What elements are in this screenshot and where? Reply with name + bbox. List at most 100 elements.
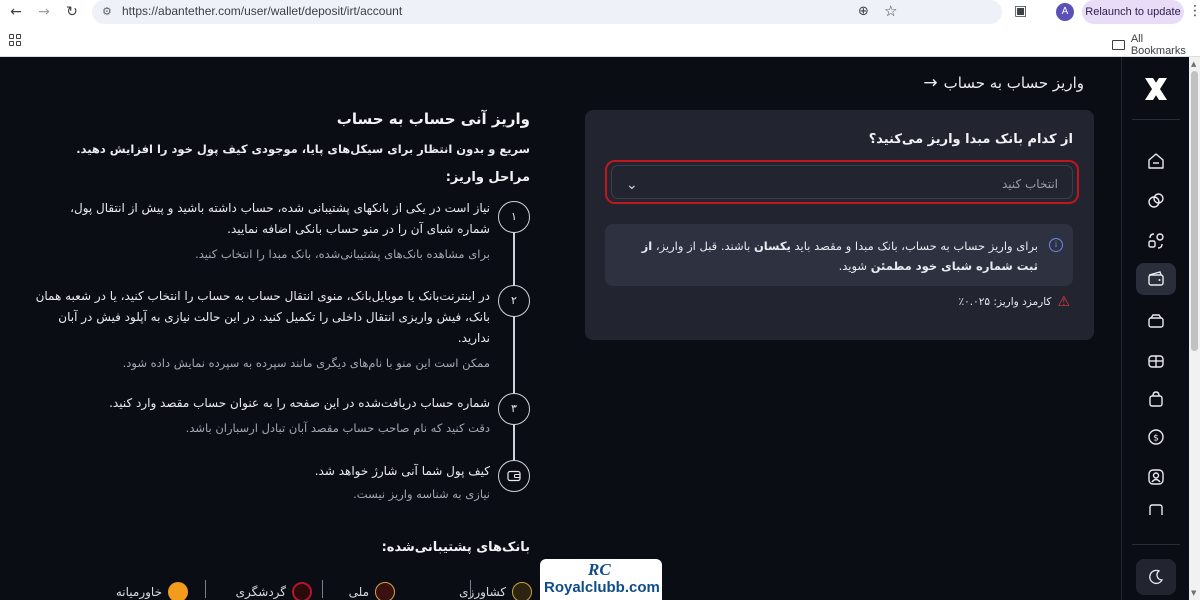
- step-number: ۲: [498, 285, 530, 317]
- sidebar-item-gifts[interactable]: [1136, 345, 1176, 377]
- bookmark-star-icon[interactable]: ☆: [884, 2, 897, 20]
- select-inner[interactable]: انتخاب کنید ⌄: [611, 165, 1073, 199]
- bank-divider: [470, 580, 471, 598]
- notice-text: برای واریز حساب به حساب، بانک مبدا و مقص…: [618, 236, 1038, 276]
- page-title: واریز حساب به حساب →: [923, 73, 1084, 93]
- sidebar-item-wallet[interactable]: [1136, 263, 1176, 295]
- source-bank-select[interactable]: انتخاب کنید ⌄: [605, 160, 1079, 204]
- back-arrow-icon[interactable]: →: [923, 73, 937, 93]
- warning-icon: ⚠: [1057, 294, 1070, 310]
- all-bookmarks-button[interactable]: All Bookmarks: [1112, 33, 1200, 57]
- steps-timeline: [513, 218, 515, 474]
- bank-khavarmianeh-icon: [168, 582, 188, 600]
- step-text: در اینترنت‌بانک یا موبایل‌بانک، منوی انت…: [35, 289, 490, 345]
- back-arrow-icon[interactable]: ←: [6, 2, 26, 22]
- abantether-logo-icon[interactable]: [1142, 75, 1170, 103]
- gift-icon: [1148, 355, 1164, 368]
- bank-gardeshgari-icon: [292, 582, 312, 600]
- shopping-bag-icon: [1149, 391, 1163, 407]
- notice-bold: یکسان: [753, 239, 791, 253]
- convert-icon: [1148, 233, 1164, 249]
- page-scrollbar[interactable]: ▲ ▼: [1189, 57, 1200, 600]
- step-text: شماره حساب دریافت‌شده در این صفحه را به …: [109, 396, 490, 410]
- guide-title: واریز آنی حساب به حساب: [336, 110, 530, 128]
- sidebar-divider: [1132, 119, 1180, 120]
- bank-item: خاورمیانه: [116, 582, 188, 600]
- profile-avatar[interactable]: A: [1056, 3, 1074, 21]
- exchange-icon: [1148, 193, 1164, 208]
- bank-name: خاورمیانه: [115, 585, 162, 599]
- select-placeholder: انتخاب کنید: [1001, 177, 1058, 191]
- address-row: ← → ↻ ⚙ https://abantether.com/user/wall…: [0, 0, 1200, 25]
- relaunch-button[interactable]: Relaunch to update: [1082, 0, 1184, 24]
- sidebar-item-shop[interactable]: [1136, 383, 1176, 415]
- apps-grid-icon[interactable]: [9, 34, 21, 46]
- notice-part: باشند. قبل از واریز،: [652, 239, 754, 253]
- page-title-text: واریز حساب به حساب: [943, 74, 1084, 92]
- banks-title: بانک‌های پشتیبانی‌شده:: [381, 540, 530, 555]
- notice-part: شوید.: [838, 259, 871, 273]
- sidebar-item-profile[interactable]: [1136, 461, 1176, 493]
- bank-divider: [322, 580, 323, 598]
- sidebar-divider: [1132, 544, 1180, 545]
- step-note: دقت کنید که نام صاحب حساب مقصد آبان تباد…: [185, 421, 490, 435]
- extensions-icon[interactable]: ▣: [1014, 3, 1027, 19]
- info-icon: i: [1049, 238, 1063, 252]
- sidebar-item-dashboard[interactable]: [1136, 145, 1176, 177]
- theme-toggle-button[interactable]: [1136, 559, 1176, 595]
- notice-part: برای واریز حساب به حساب، بانک مبدا و مقص…: [790, 239, 1038, 253]
- bank-keshavarzi-icon: [512, 582, 532, 600]
- bank-name: ملی: [348, 585, 369, 599]
- chevron-down-icon[interactable]: ⌄: [626, 177, 638, 193]
- all-bookmarks-label: All Bookmarks: [1130, 33, 1186, 57]
- fee-text: کارمزد واریز: ۰.۰۲۵٪: [958, 296, 1052, 308]
- svg-text:$: $: [1153, 434, 1159, 444]
- watermark-rc: RC: [588, 560, 611, 579]
- more-icon: [1149, 504, 1163, 515]
- folder-icon: [1112, 40, 1125, 50]
- bank-item: ملی: [349, 582, 395, 600]
- scroll-down-icon[interactable]: ▼: [1191, 589, 1196, 597]
- card-wallet-icon: [1148, 314, 1164, 328]
- site-info-icon[interactable]: ⚙: [102, 5, 116, 19]
- source-bank-question: از کدام بانک مبدا واریز می‌کنید؟: [868, 132, 1073, 147]
- user-icon: [1148, 469, 1164, 485]
- step-text: نیاز است در یکی از بانکهای پشتیبانی شده،…: [70, 201, 490, 236]
- info-notice: i برای واریز حساب به حساب، بانک مبدا و م…: [605, 224, 1073, 286]
- bank-name: کشاورزی: [459, 585, 506, 599]
- fee-info: ⚠ کارمزد واریز: ۰.۰۲۵٪: [959, 294, 1070, 310]
- bank-melli-icon: [375, 582, 395, 600]
- deposit-card: از کدام بانک مبدا واریز می‌کنید؟ انتخاب …: [585, 110, 1094, 340]
- sidebar-item-convert[interactable]: [1136, 225, 1176, 257]
- step-text: کیف پول شما آنی شارژ خواهد شد.: [314, 464, 490, 478]
- sidebar-item-earn[interactable]: $: [1136, 421, 1176, 453]
- step-note: ممکن است این منو با نام‌های دیگری مانند …: [122, 356, 490, 370]
- app-sidebar: $: [1121, 57, 1189, 600]
- moon-icon: [1149, 569, 1164, 584]
- wallet-icon: [1148, 271, 1164, 286]
- bank-name: گردشگری: [235, 585, 286, 599]
- scroll-up-icon[interactable]: ▲: [1191, 60, 1196, 68]
- step-number: ۳: [498, 393, 530, 425]
- bank-item: گردشگری: [236, 582, 312, 600]
- reload-icon[interactable]: ↻: [62, 2, 82, 22]
- bookmarks-bar: All Bookmarks: [0, 28, 1200, 57]
- guide-subtitle: سریع و بدون انتظار برای سیکل‌های پایا، م…: [76, 142, 530, 156]
- zoom-icon[interactable]: ⊕: [858, 4, 869, 19]
- dollar-refresh-icon: $: [1148, 429, 1164, 445]
- step-note: برای مشاهده بانک‌های پشتیبانی‌شده، بانک …: [195, 247, 490, 261]
- watermark-text: Royalclubb.com: [544, 579, 660, 596]
- browser-chrome: ← → ↻ ⚙ https://abantether.com/user/wall…: [0, 0, 1200, 57]
- scroll-thumb[interactable]: [1191, 71, 1198, 351]
- sidebar-item-cards[interactable]: [1136, 305, 1176, 337]
- forward-arrow-icon[interactable]: →: [34, 2, 54, 22]
- sidebar-item-trade[interactable]: [1136, 185, 1176, 217]
- wallet-icon: [507, 470, 521, 482]
- step-number: ۱: [498, 201, 530, 233]
- url-text[interactable]: https://abantether.com/user/wallet/depos…: [122, 4, 402, 18]
- home-icon: [1148, 153, 1164, 169]
- step-wallet-badge: [498, 460, 530, 492]
- watermark: RC Royalclubb.com: [540, 559, 662, 600]
- browser-menu-icon[interactable]: ⋮: [1188, 3, 1200, 19]
- sidebar-item-more[interactable]: [1136, 501, 1176, 515]
